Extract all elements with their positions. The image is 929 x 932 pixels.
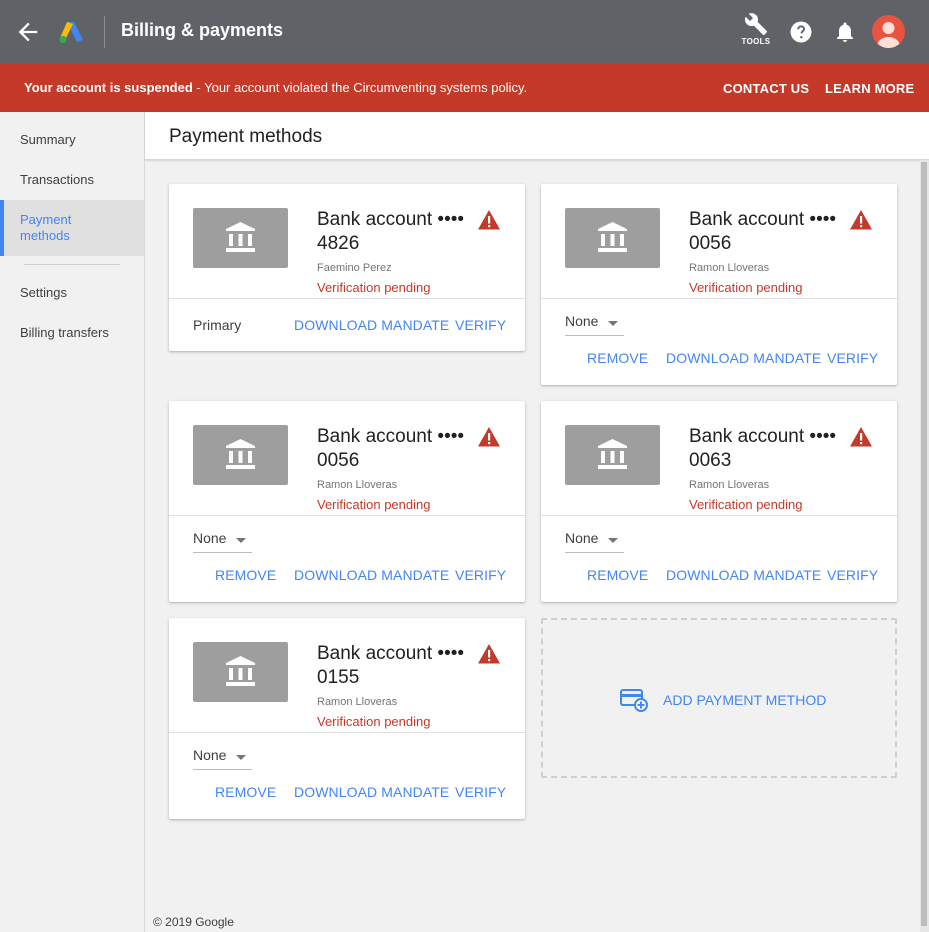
verify-button[interactable]: VERIFY (455, 567, 506, 583)
wrench-icon (744, 13, 767, 35)
account-owner: Ramon Lloveras (317, 479, 398, 491)
payment-card: Bank account •••• 0063 Ramon Lloveras Ve… (541, 401, 897, 602)
role-select[interactable]: None (193, 527, 252, 553)
bank-icon (565, 208, 660, 268)
add-payment-method-label: ADD PAYMENT METHOD (663, 692, 827, 708)
role-select[interactable]: None (565, 310, 624, 336)
download-mandate-button[interactable]: DOWNLOAD MANDATE (294, 317, 449, 333)
learn-more-button[interactable]: LEARN MORE (825, 81, 914, 96)
dropdown-caret-icon (608, 321, 618, 326)
account-title: Bank account •••• 0155 (317, 643, 465, 688)
sidebar: Summary Transactions Payment methods Set… (0, 112, 145, 932)
account-owner: Ramon Lloveras (317, 696, 398, 708)
bank-icon (193, 642, 288, 702)
sidebar-item-summary[interactable]: Summary (0, 132, 144, 147)
tools-button[interactable]: TOOLS (739, 12, 773, 52)
account-title: Bank account •••• 0063 (689, 426, 837, 471)
primary-label: Primary (193, 317, 242, 333)
account-owner: Ramon Lloveras (689, 262, 770, 274)
warning-icon (850, 210, 872, 230)
sidebar-divider (24, 264, 120, 265)
banner-detail-text: - Your account violated the Circumventin… (192, 80, 528, 95)
card-divider (169, 732, 525, 733)
verify-button[interactable]: VERIFY (455, 784, 506, 800)
account-title: Bank account •••• 4826 (317, 209, 465, 254)
topbar-divider (104, 16, 105, 48)
card-divider (541, 515, 897, 516)
sidebar-item-transactions[interactable]: Transactions (0, 172, 144, 187)
footer-copyright: © 2019 Google (153, 915, 234, 929)
verify-button[interactable]: VERIFY (827, 567, 878, 583)
top-app-bar: Billing & payments TOOLS (0, 0, 929, 64)
verification-status: Verification pending (317, 714, 431, 729)
bank-icon (193, 208, 288, 268)
account-title: Bank account •••• 0056 (689, 209, 837, 254)
remove-button[interactable]: REMOVE (587, 350, 648, 366)
help-icon[interactable] (789, 20, 813, 44)
verification-status: Verification pending (317, 280, 431, 295)
suspension-banner: Your account is suspended - Your account… (0, 64, 929, 112)
remove-button[interactable]: REMOVE (587, 567, 648, 583)
download-mandate-button[interactable]: DOWNLOAD MANDATE (666, 567, 821, 583)
warning-icon (478, 427, 500, 447)
payment-card: Bank account •••• 0056 Ramon Lloveras Ve… (541, 184, 897, 385)
role-select-value: None (193, 530, 227, 546)
download-mandate-button[interactable]: DOWNLOAD MANDATE (666, 350, 821, 366)
sidebar-item-settings[interactable]: Settings (0, 285, 144, 300)
bank-icon (565, 425, 660, 485)
page-header: Payment methods (145, 112, 929, 160)
verify-button[interactable]: VERIFY (455, 317, 506, 333)
account-owner: Faemino Perez (317, 262, 392, 274)
card-divider (169, 298, 525, 299)
warning-icon (850, 427, 872, 447)
warning-icon (478, 210, 500, 230)
add-payment-method-button[interactable]: ADD PAYMENT METHOD (541, 618, 897, 778)
bell-icon[interactable] (833, 20, 857, 44)
dropdown-caret-icon (236, 755, 246, 760)
google-ads-logo (58, 20, 86, 44)
dropdown-caret-icon (608, 538, 618, 543)
payment-card: Bank account •••• 4826 Faemino Perez Ver… (169, 184, 525, 351)
banner-bold-text: Your account is suspended (24, 80, 193, 95)
page-title: Payment methods (169, 126, 323, 147)
payment-card: Bank account •••• 0155 Ramon Lloveras Ve… (169, 618, 525, 819)
card-divider (169, 515, 525, 516)
remove-button[interactable]: REMOVE (215, 567, 276, 583)
banner-message: Your account is suspended - Your account… (24, 80, 527, 95)
verification-status: Verification pending (317, 497, 431, 512)
payment-card: Bank account •••• 0056 Ramon Lloveras Ve… (169, 401, 525, 602)
verify-button[interactable]: VERIFY (827, 350, 878, 366)
role-select-value: None (193, 747, 227, 763)
page-app-title: Billing & payments (121, 20, 284, 40)
download-mandate-button[interactable]: DOWNLOAD MANDATE (294, 567, 449, 583)
role-select[interactable]: None (193, 744, 252, 770)
sidebar-item-billing-transfers[interactable]: Billing transfers (0, 325, 144, 340)
card-divider (541, 298, 897, 299)
add-card-icon (620, 688, 648, 712)
account-title: Bank account •••• 0056 (317, 426, 465, 471)
role-select-value: None (565, 530, 599, 546)
warning-icon (478, 644, 500, 664)
scrollbar-thumb[interactable] (921, 162, 927, 926)
verification-status: Verification pending (689, 280, 803, 295)
sidebar-item-payment-methods[interactable]: Payment methods (0, 200, 144, 256)
verification-status: Verification pending (689, 497, 803, 512)
download-mandate-button[interactable]: DOWNLOAD MANDATE (294, 784, 449, 800)
dropdown-caret-icon (236, 538, 246, 543)
contact-us-button[interactable]: CONTACT US (723, 81, 809, 96)
tools-label: TOOLS (741, 37, 771, 46)
role-select[interactable]: None (565, 527, 624, 553)
back-arrow-icon[interactable] (14, 18, 42, 46)
account-avatar[interactable] (872, 15, 905, 48)
account-owner: Ramon Lloveras (689, 479, 770, 491)
role-select-value: None (565, 313, 599, 329)
remove-button[interactable]: REMOVE (215, 784, 276, 800)
bank-icon (193, 425, 288, 485)
